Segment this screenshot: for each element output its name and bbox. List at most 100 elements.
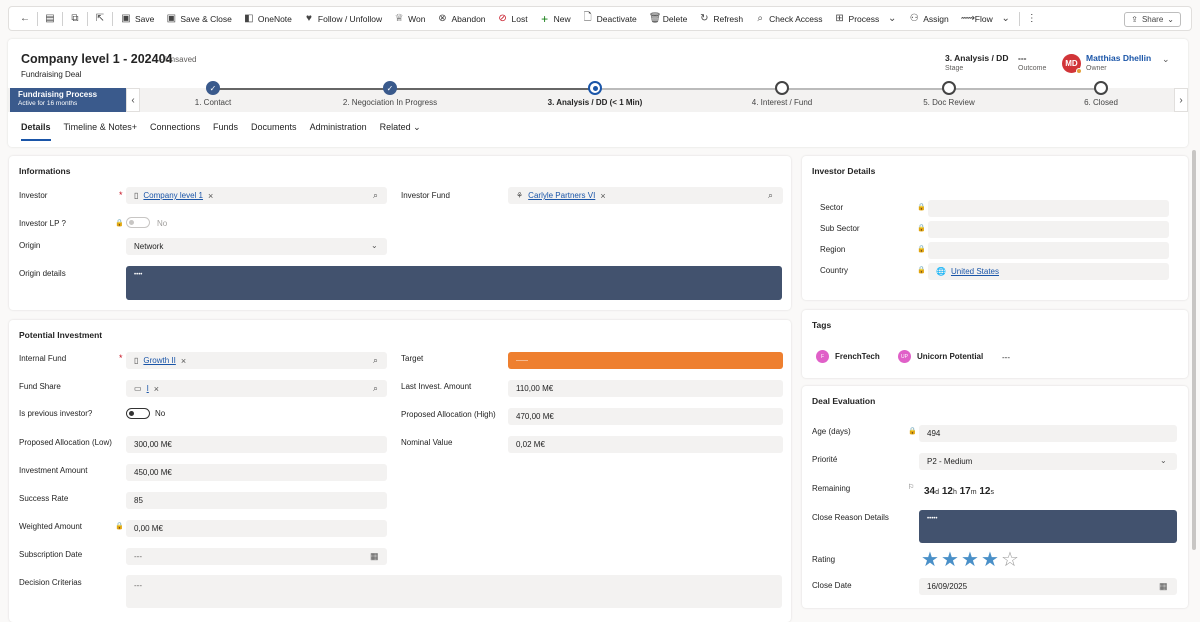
flow-label: Flow — [974, 13, 993, 24]
abandon-button[interactable]: ⊗ Abandon — [431, 7, 491, 30]
stage-closed[interactable]: 6. Closed — [1041, 81, 1161, 107]
assign-button[interactable]: ⚇ Assign — [903, 7, 955, 30]
stage-doc-review[interactable]: 5. Doc Review — [889, 81, 1009, 107]
header-stage-field: 3. Analysis / DD Stage — [945, 53, 1008, 72]
success-rate-field[interactable]: 85 — [126, 492, 387, 509]
last-invest-field[interactable]: 110,00 M€ — [508, 380, 783, 397]
popout-button[interactable]: ⇱ — [90, 7, 110, 30]
onenote-button[interactable]: ◧ OneNote — [238, 7, 298, 30]
refresh-button[interactable]: ↻ Refresh — [693, 7, 749, 30]
process-button[interactable]: ⊞ Process ⌄ — [829, 7, 904, 30]
delete-button[interactable]: 🗑 Delete — [643, 7, 694, 30]
star-filled-icon[interactable]: ★ — [941, 550, 959, 570]
search-icon[interactable]: ⌕ — [373, 190, 378, 201]
tab-administration[interactable]: Administration — [310, 122, 367, 141]
internal-fund-link[interactable]: Growth II — [143, 356, 175, 365]
investor-lookup[interactable]: ▯ Company level 1 × — [126, 187, 387, 204]
chevron-left-icon: ‹ — [131, 94, 135, 106]
origin-select[interactable]: Network — [126, 238, 387, 255]
nominal-field[interactable]: 0,02 M€ — [508, 436, 783, 453]
new-button[interactable]: + New — [534, 7, 577, 30]
subscription-date-field[interactable]: --- — [126, 548, 387, 565]
lost-button[interactable]: ⊘ Lost — [492, 7, 534, 30]
stage-negociation[interactable]: ✓ 2. Negociation In Progress — [330, 81, 450, 107]
form-icon: ▤ — [45, 13, 55, 24]
tab-related[interactable]: Related ⌄ — [380, 122, 421, 141]
close-date-field[interactable]: 16/09/2025 — [919, 578, 1177, 595]
last-invest-label: Last Invest. Amount — [401, 382, 472, 391]
country-link[interactable]: United States — [951, 267, 999, 276]
investor-fund-lookup[interactable]: ⚘ Carlyle Partners VI × — [508, 187, 783, 204]
tab-documents[interactable]: Documents — [251, 122, 297, 141]
remove-icon[interactable]: × — [208, 191, 213, 201]
investor-fund-link[interactable]: Carlyle Partners VI — [528, 191, 595, 200]
priority-select[interactable]: P2 - Medium — [919, 453, 1177, 470]
flow-button[interactable]: ⟿ Flow ⌄ — [955, 7, 1017, 30]
star-empty-icon[interactable]: ☆ — [1001, 550, 1019, 570]
remove-icon[interactable]: × — [600, 191, 605, 201]
won-button[interactable]: ♕ Won — [388, 7, 431, 30]
calendar-icon[interactable]: ▦ — [1159, 581, 1168, 592]
fund-share-lookup[interactable]: ▭ I × — [126, 380, 387, 397]
page-scrollbar[interactable] — [1192, 150, 1196, 550]
header-expand-chevron-icon[interactable]: ⌄ — [1162, 54, 1170, 65]
process-status: Active for 16 months — [18, 100, 78, 107]
fund-share-link[interactable]: I — [147, 384, 149, 393]
invest-amount-field[interactable]: 450,00 M€ — [126, 464, 387, 481]
stage-contact[interactable]: ✓ 1. Contact — [153, 81, 273, 107]
star-filled-icon[interactable]: ★ — [961, 550, 979, 570]
search-icon[interactable]: ⌕ — [373, 355, 378, 366]
investor-fund-label: Investor Fund — [401, 191, 450, 200]
tab-connections[interactable]: Connections — [150, 122, 200, 141]
success-rate-value: 85 — [134, 496, 143, 505]
rating-stars[interactable]: ★ ★ ★ ★ ☆ — [921, 550, 1021, 570]
target-field[interactable]: —— — [508, 352, 783, 369]
remove-icon[interactable]: × — [154, 384, 159, 394]
check-access-button[interactable]: ⌕ Check Access — [749, 7, 828, 30]
close-reason-field[interactable]: ••••• — [919, 510, 1177, 543]
follow-button[interactable]: ♥ Follow / Unfollow — [298, 7, 388, 30]
origin-details-field[interactable]: •••• — [126, 266, 782, 300]
prev-investor-toggle[interactable] — [126, 408, 150, 419]
stage-interest-fund[interactable]: 4. Interest / Fund — [722, 81, 842, 107]
alloc-low-field[interactable]: 300,00 M€ — [126, 436, 387, 453]
bpf-next-button[interactable]: › — [1174, 88, 1188, 112]
lock-icon: 🔒 — [917, 246, 926, 253]
investor-link[interactable]: Company level 1 — [143, 191, 203, 200]
search-icon[interactable]: ⌕ — [768, 190, 773, 201]
tag-frenchtech[interactable]: F FrenchTech — [816, 350, 880, 363]
country-field[interactable]: 🌐 United States — [928, 263, 1169, 280]
bpf-prev-button[interactable]: ‹ — [126, 88, 140, 112]
tag-unicorn-potential[interactable]: UP Unicorn Potential — [898, 350, 983, 363]
process-flag[interactable]: Fundraising Process Active for 16 months — [10, 88, 126, 112]
stage-analysis[interactable]: 3. Analysis / DD (< 1 Min) — [515, 81, 675, 107]
form-view-button[interactable]: ▤ — [40, 7, 60, 30]
informations-section: Informations Investor * ▯ Company level … — [9, 156, 791, 310]
region-label: Region — [820, 245, 846, 254]
open-new-window-button[interactable]: ⧉ — [65, 7, 85, 30]
lost-label: Lost — [511, 13, 528, 24]
close-reason-label: Close Reason Details — [812, 513, 889, 522]
back-button[interactable]: ← — [15, 7, 35, 30]
remove-icon[interactable]: × — [181, 356, 186, 366]
internal-fund-lookup[interactable]: ▯ Growth II × — [126, 352, 387, 369]
tab-funds[interactable]: Funds — [213, 122, 238, 141]
deactivate-button[interactable]: 🗋 Deactivate — [577, 7, 643, 30]
star-filled-icon[interactable]: ★ — [981, 550, 999, 570]
tab-details[interactable]: Details — [21, 122, 51, 141]
owner-link[interactable]: Matthias Dhellin — [1086, 53, 1151, 63]
owner-avatar[interactable]: MD — [1062, 54, 1082, 74]
calendar-icon[interactable]: ▦ — [370, 551, 379, 562]
more-commands-button[interactable]: ⋮ — [1022, 7, 1042, 30]
save-button[interactable]: ▣ Save — [115, 7, 160, 30]
lock-icon: 🔒 — [917, 204, 926, 211]
potential-investment-section: Potential Investment Internal Fund * ▯ G… — [9, 320, 791, 622]
onenote-label: OneNote — [257, 13, 292, 24]
alloc-high-field[interactable]: 470,00 M€ — [508, 408, 783, 425]
share-button[interactable]: ⇪ Share ⌄ — [1124, 12, 1181, 27]
save-close-button[interactable]: ▣ Save & Close — [160, 7, 238, 30]
tab-timeline[interactable]: Timeline & Notes+ — [64, 122, 137, 141]
star-filled-icon[interactable]: ★ — [921, 550, 939, 570]
decision-field[interactable]: --- — [126, 575, 782, 608]
search-icon[interactable]: ⌕ — [373, 383, 378, 394]
